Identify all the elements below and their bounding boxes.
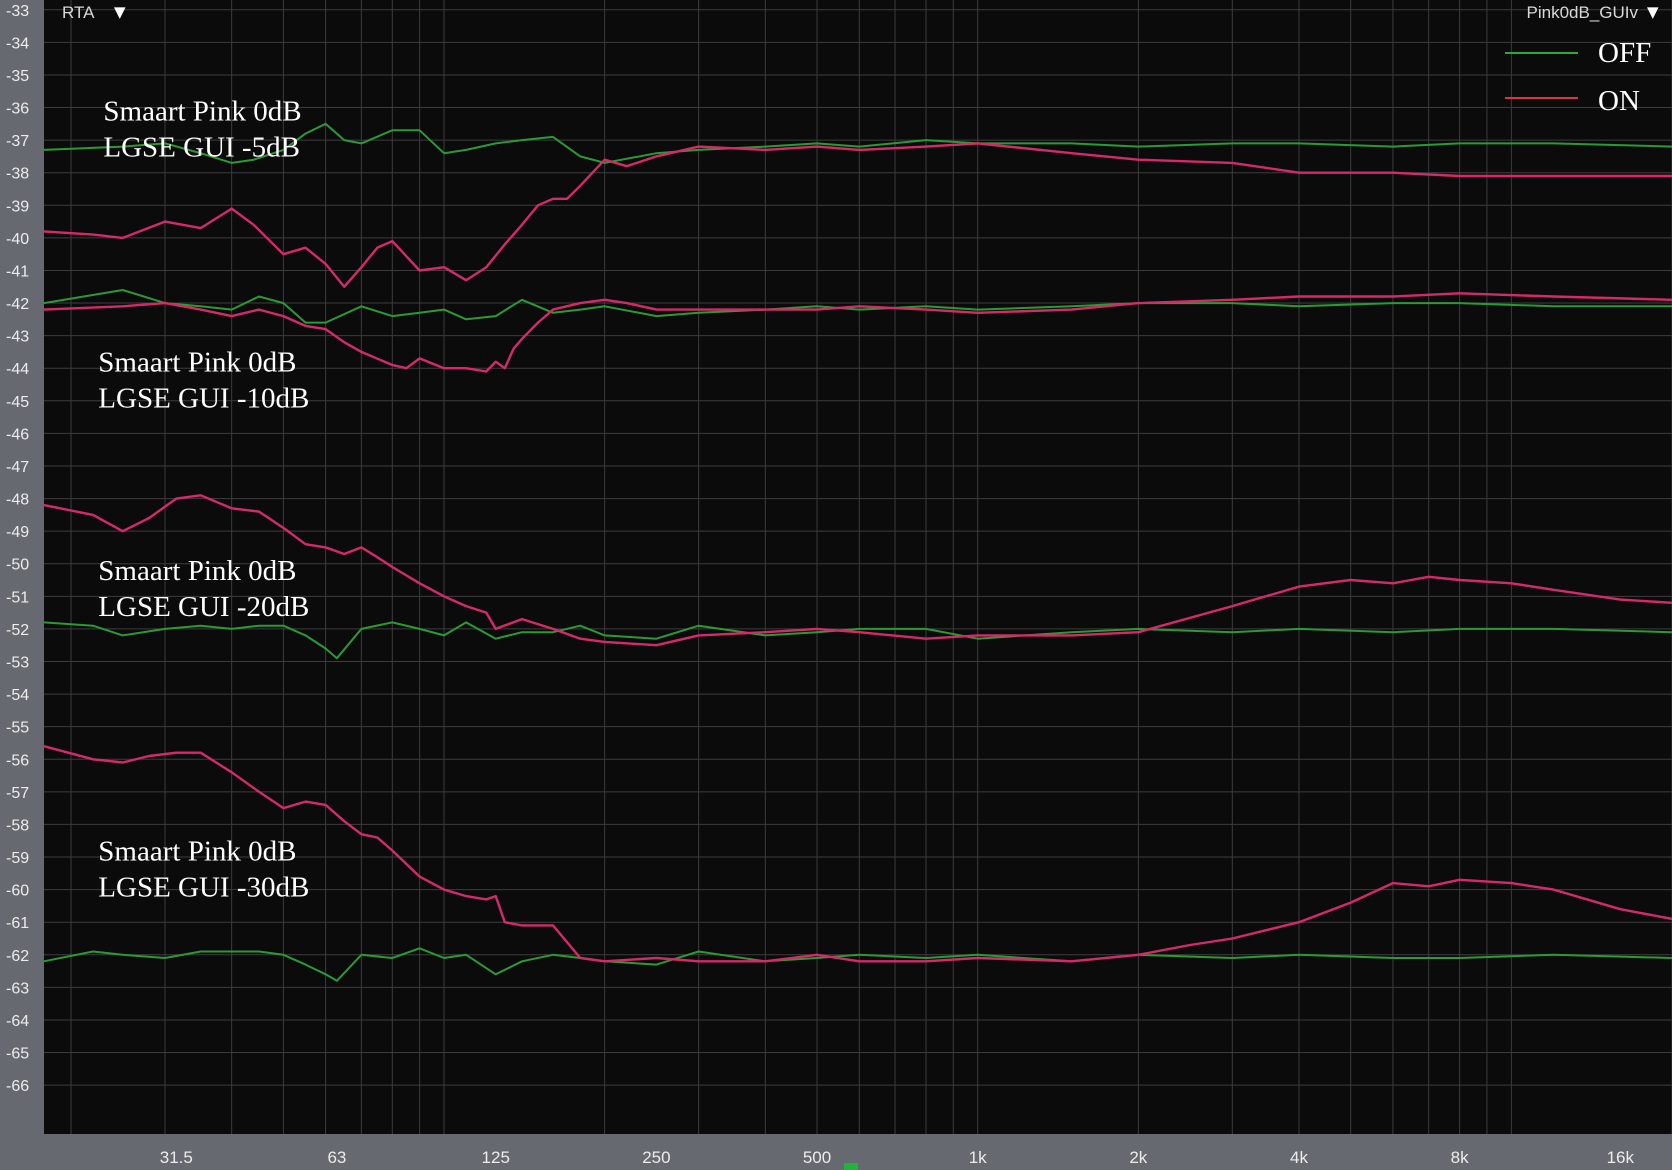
y-tick-label: -59 [6,850,29,867]
y-tick-label: -40 [6,231,29,248]
annotation-line2: LGSE GUI -10dB [98,382,309,414]
x-tick-label: 31.5 [160,1148,193,1167]
y-tick-label: -57 [6,785,29,802]
y-tick-label: -61 [6,915,29,932]
y-tick-label: -56 [6,752,29,769]
y-tick-label: -63 [6,980,29,997]
y-tick-label: -38 [6,166,29,183]
x-tick-label: 125 [482,1148,510,1167]
rta-menu-label[interactable]: RTA [62,3,95,22]
y-tick-label: -60 [6,883,29,900]
trace-dropdown-icon[interactable]: ▼ [1647,3,1659,21]
y-tick-label: -37 [6,133,29,150]
y-tick-label: -55 [6,720,29,737]
y-tick-label: -46 [6,426,29,443]
y-tick-label: -62 [6,948,29,965]
y-tick-label: -33 [6,3,29,20]
frequency-marker-handle[interactable] [844,1163,858,1170]
y-tick-label: -45 [6,394,29,411]
y-tick-label: -42 [6,296,29,313]
x-tick-label: 16k [1607,1148,1635,1167]
y-tick-label: -44 [6,361,29,378]
annotation-line1: Smaart Pink 0dB [98,346,296,378]
x-tick-label: 250 [642,1148,670,1167]
y-tick-label: -65 [6,1046,29,1063]
annotation-line1: Smaart Pink 0dB [103,96,301,128]
y-tick-label: -64 [6,1013,29,1030]
y-tick-label: -34 [6,35,29,52]
annotation-line2: LGSE GUI -20dB [98,591,309,623]
x-tick-label: 2k [1129,1148,1147,1167]
legend-label-off: OFF [1598,37,1651,69]
y-tick-label: -47 [6,459,29,476]
rta-menu[interactable]: RTA ▼ [62,3,126,22]
legend-label-on: ON [1598,85,1640,117]
y-tick-label: -41 [6,263,29,280]
y-tick-label: -35 [6,68,29,85]
y-tick-label: -54 [6,687,29,704]
x-tick-label: 4k [1290,1148,1308,1167]
trace-menu-label[interactable]: Pink0dB_GUIv [1527,3,1639,22]
annotation-line1: Smaart Pink 0dB [98,835,296,867]
y-tick-label: -48 [6,492,29,509]
annotation-line1: Smaart Pink 0dB [98,555,296,587]
rta-chart: -33 -34 -35 -36 -37 -38 -39 -40 -41 -42 -43 -44 -45 -… [0,0,1672,1170]
rta-dropdown-icon[interactable]: ▼ [114,3,126,21]
x-tick-label: 8k [1451,1148,1469,1167]
y-tick-label: -53 [6,655,29,672]
y-tick-label: -39 [6,198,29,215]
x-tick-label: 1k [969,1148,987,1167]
y-tick-label: -49 [6,524,29,541]
y-tick-label: -66 [6,1078,29,1095]
annotation-line2: LGSE GUI -5dB [103,132,300,164]
y-tick-label: -51 [6,589,29,606]
annotation-line2: LGSE GUI -30dB [98,871,309,903]
y-tick-label: -52 [6,622,29,639]
x-tick-label: 500 [803,1148,831,1167]
y-tick-label: -50 [6,557,29,574]
y-tick-label: -43 [6,329,29,346]
y-tick-label: -58 [6,817,29,834]
x-tick-label: 63 [327,1148,346,1167]
y-tick-label: -36 [6,101,29,118]
